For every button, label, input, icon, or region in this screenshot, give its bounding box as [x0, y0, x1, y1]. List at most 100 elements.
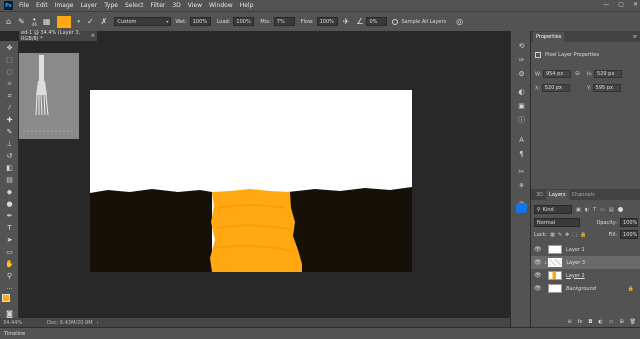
visibility-eye-icon[interactable]: 👁: [534, 285, 542, 292]
dodge-tool-icon[interactable]: ●: [4, 199, 15, 209]
wet-input[interactable]: 100%: [189, 17, 211, 26]
new-layer-icon[interactable]: ⊞: [619, 319, 623, 325]
minimize-button[interactable]: —: [603, 1, 609, 8]
rectangle-tool-icon[interactable]: ▭: [4, 247, 15, 257]
blur-tool-icon[interactable]: ◆: [4, 187, 15, 197]
quick-select-icon[interactable]: ✧: [4, 79, 15, 89]
lock-transparency-icon[interactable]: ▦: [550, 232, 555, 238]
history-icon[interactable]: ⟲: [516, 41, 527, 51]
menu-layer[interactable]: Layer: [80, 2, 97, 9]
history-brush-icon[interactable]: ↺: [4, 151, 15, 161]
lock-artboard-icon[interactable]: ⬚: [572, 232, 577, 238]
move-tool-icon[interactable]: ✥: [4, 43, 15, 53]
menu-help[interactable]: Help: [240, 2, 254, 9]
zoom-tool-icon[interactable]: ⚲: [4, 271, 15, 281]
close-button[interactable]: ✕: [633, 1, 638, 8]
width-input[interactable]: 954 px: [542, 70, 571, 78]
clone-stamp-icon[interactable]: ⊥: [4, 139, 15, 149]
layer-row-layer-1[interactable]: 👁 Layer 1: [531, 243, 640, 256]
clone-source-icon[interactable]: ⚘: [516, 181, 527, 191]
canvas-area[interactable]: [19, 41, 510, 318]
menu-select[interactable]: Select: [125, 2, 144, 9]
fill-input[interactable]: 100%: [620, 230, 638, 239]
timeline-panel[interactable]: Timeline: [0, 327, 640, 339]
menu-window[interactable]: Window: [209, 2, 233, 9]
blend-mode-select[interactable]: Normal: [534, 218, 580, 227]
maximize-button[interactable]: ▢: [618, 1, 624, 8]
info-icon[interactable]: ⓘ: [516, 115, 527, 125]
airbrush-icon[interactable]: ✈: [343, 17, 350, 26]
filter-pixel-icon[interactable]: ▣: [576, 207, 581, 213]
home-icon[interactable]: ⌂: [6, 17, 11, 26]
document-tab[interactable]: ed-1 @ 34.4% (Layer 3, RGB/8) * ×: [19, 30, 97, 42]
brush-panel-icon[interactable]: ✑: [516, 55, 527, 65]
mixer-brush-tool-icon[interactable]: ✎: [4, 127, 15, 137]
healing-brush-icon[interactable]: ✚: [4, 115, 15, 125]
eraser-icon[interactable]: ◧: [4, 163, 15, 173]
menu-edit[interactable]: Edit: [36, 2, 48, 9]
new-group-icon[interactable]: ▭: [609, 319, 614, 325]
more-tools-icon[interactable]: …: [4, 283, 15, 293]
link-layers-icon[interactable]: ⊖: [567, 319, 571, 325]
pressure-icon[interactable]: ◎: [456, 17, 463, 26]
tab-layers[interactable]: Layers: [546, 190, 569, 200]
foreground-color-swatch[interactable]: [2, 294, 10, 302]
eyedropper-icon[interactable]: ⁄: [4, 103, 15, 113]
character-icon[interactable]: A: [516, 135, 527, 145]
filter-type-icon[interactable]: T: [593, 207, 596, 213]
brush-settings-icon[interactable]: ▦: [43, 17, 51, 26]
marquee-tool-icon[interactable]: ⬚: [4, 55, 15, 65]
height-input[interactable]: 529 px: [594, 70, 623, 78]
visibility-eye-icon[interactable]: 👁: [534, 259, 542, 266]
tool-presets-icon[interactable]: ✂: [516, 167, 527, 177]
close-tab-icon[interactable]: ×: [91, 33, 95, 39]
gradient-tool-icon[interactable]: ▤: [4, 175, 15, 185]
paragraph-icon[interactable]: ¶: [516, 149, 527, 159]
tab-properties[interactable]: Properties: [533, 32, 565, 42]
filter-toggle[interactable]: [617, 207, 623, 212]
clean-brush-icon[interactable]: ✗: [101, 17, 108, 26]
layer-row-background[interactable]: 👁 Background 🔒: [531, 282, 640, 295]
menu-filter[interactable]: Filter: [151, 2, 166, 9]
brush-settings-panel-icon[interactable]: ⚙: [516, 69, 527, 79]
panel-menu-icon[interactable]: ≡: [633, 34, 637, 40]
menu-view[interactable]: View: [188, 2, 202, 9]
delete-layer-icon[interactable]: 🗑: [630, 319, 636, 325]
zoom-level[interactable]: 34.44%: [3, 320, 47, 326]
add-mask-icon[interactable]: ◘: [588, 319, 592, 325]
mix-input[interactable]: 7%: [273, 17, 295, 26]
cc-libraries-icon[interactable]: [516, 203, 527, 213]
angle-input[interactable]: 0%: [366, 17, 388, 26]
libraries-icon[interactable]: ▣: [516, 101, 527, 111]
lock-all-icon[interactable]: 🔒: [580, 232, 586, 238]
visibility-eye-icon[interactable]: 👁: [534, 272, 542, 279]
sample-all-checkbox[interactable]: [392, 18, 399, 25]
menu-3d[interactable]: 3D: [172, 2, 180, 9]
x-input[interactable]: 520 px: [541, 84, 570, 92]
fx-icon[interactable]: fx: [578, 319, 583, 325]
lasso-tool-icon[interactable]: ◌: [4, 67, 15, 77]
status-menu-icon[interactable]: ›: [97, 320, 99, 326]
y-input[interactable]: 595 px: [592, 84, 621, 92]
filter-smart-icon[interactable]: ▤: [609, 207, 614, 213]
load-input[interactable]: 100%: [233, 17, 255, 26]
adjustments-icon[interactable]: ◐: [516, 87, 527, 97]
menu-image[interactable]: Image: [55, 2, 74, 9]
document-canvas[interactable]: [90, 90, 412, 272]
swatch-dropdown-icon[interactable]: ▾: [77, 19, 80, 25]
path-select-icon[interactable]: ➤: [4, 235, 15, 245]
lock-position-icon[interactable]: ✥: [565, 232, 569, 238]
new-adjustment-icon[interactable]: ◐: [598, 319, 602, 325]
lock-pixels-icon[interactable]: ✎: [558, 232, 562, 238]
filter-shape-icon[interactable]: ▭: [600, 207, 605, 213]
mode-select[interactable]: Custom ▾: [114, 17, 172, 26]
type-tool-icon[interactable]: T: [4, 223, 15, 233]
menu-file[interactable]: File: [19, 2, 29, 9]
hand-tool-icon[interactable]: ✋: [4, 259, 15, 269]
link-icon[interactable]: ⊖: [575, 70, 580, 77]
tab-3d[interactable]: 3D: [533, 190, 546, 200]
filter-kind-select[interactable]: ⚲ Kind: [534, 205, 572, 214]
crop-tool-icon[interactable]: ⌗: [4, 91, 15, 101]
tab-channels[interactable]: Channels: [569, 190, 598, 200]
visibility-eye-icon[interactable]: 👁: [534, 246, 542, 253]
